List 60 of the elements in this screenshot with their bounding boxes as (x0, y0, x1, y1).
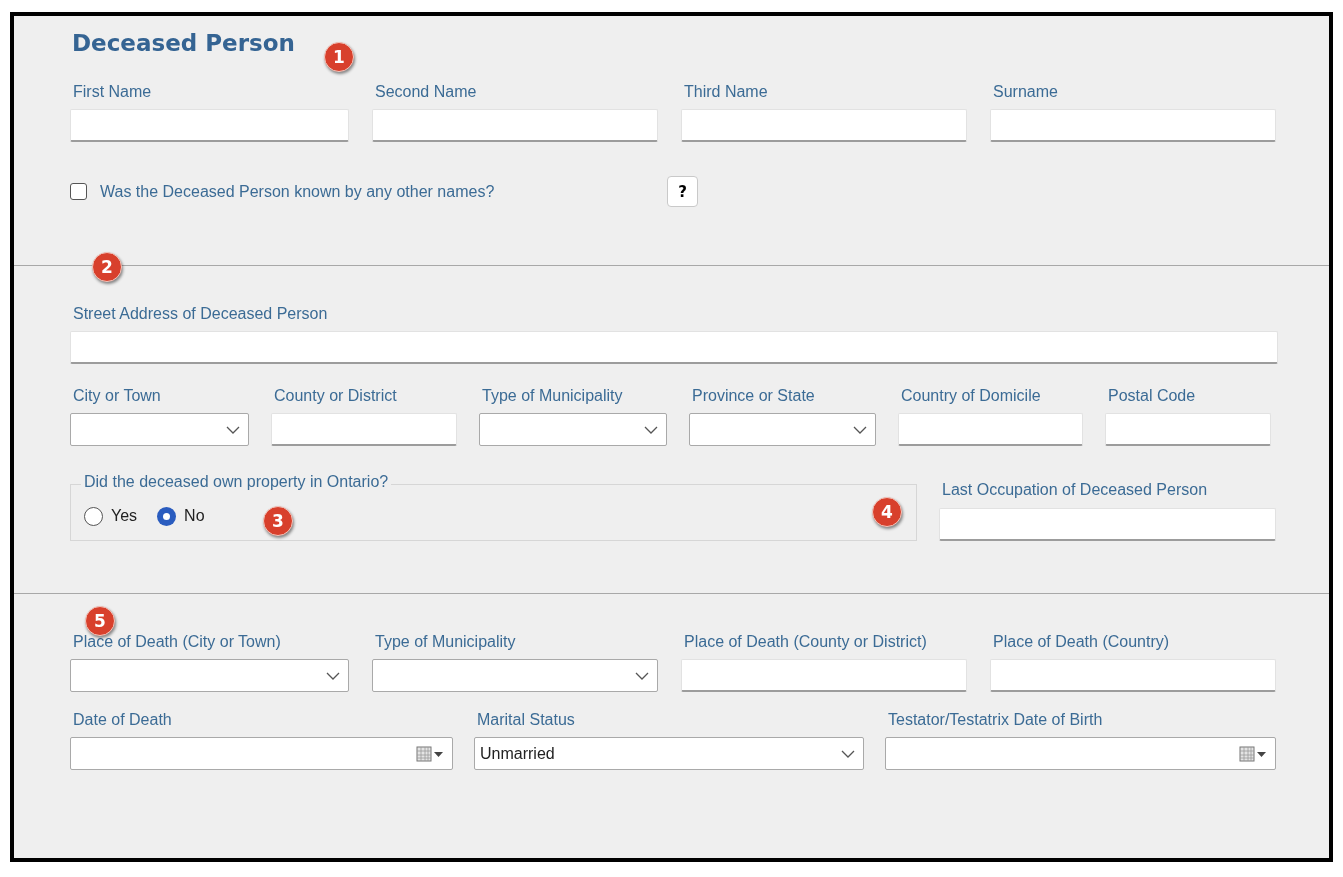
field-value: Unmarried (480, 744, 555, 763)
dropdown-field[interactable]: Unmarried (474, 737, 864, 771)
section-title: Deceased Person (72, 30, 296, 56)
chevron-down-icon (853, 425, 867, 434)
callout-badge: 5 (85, 606, 115, 636)
checkbox-label: Was the Deceased Person known by any other names? (100, 182, 496, 201)
dropdown-field[interactable] (689, 413, 876, 447)
callout-badge: 1 (324, 42, 354, 72)
text-field[interactable] (990, 109, 1276, 143)
text-field[interactable] (1105, 413, 1271, 447)
field-label: City or Town (73, 386, 162, 406)
radio-button[interactable] (84, 506, 103, 526)
text-field[interactable] (898, 413, 1083, 447)
field-label: First Name (73, 82, 153, 102)
group-legend: Did the deceased own property in Ontario? (81, 472, 392, 491)
field-label: Type of Municipality (375, 632, 517, 652)
chevron-down-icon (635, 671, 649, 680)
text-field[interactable] (990, 659, 1276, 693)
field-label: Marital Status (477, 710, 576, 730)
text-field[interactable] (939, 507, 1276, 541)
callout-badge: 4 (872, 497, 902, 527)
chevron-down-icon (326, 671, 340, 680)
chevron-down-icon (644, 425, 658, 434)
callout-badge: 2 (92, 252, 122, 282)
field-label: Street Address of Deceased Person (73, 304, 329, 324)
dropdown-field[interactable] (479, 413, 667, 447)
field-label: Province or State (692, 386, 816, 406)
text-field[interactable] (70, 109, 349, 143)
field-label: Type of Municipality (482, 386, 624, 406)
callout-badge: 3 (263, 506, 293, 536)
field-label: Surname (993, 82, 1059, 102)
text-field[interactable] (70, 331, 1278, 365)
field-label: Third Name (684, 82, 769, 102)
date-field[interactable] (885, 737, 1276, 771)
text-field[interactable] (372, 109, 658, 143)
dropdown-field[interactable] (372, 659, 658, 693)
calendar-dropdown-icon (1239, 745, 1267, 762)
chevron-down-icon (841, 749, 855, 758)
chevron-down-icon (226, 425, 240, 434)
field-label: Place of Death (County or District) (684, 632, 928, 652)
calendar-dropdown-icon (416, 745, 444, 762)
field-label: County or District (274, 386, 398, 406)
radio-button[interactable] (157, 506, 177, 526)
text-field[interactable] (271, 413, 457, 447)
text-field[interactable] (681, 109, 967, 143)
field-label: Testator/Testatrix Date of Birth (888, 710, 1104, 730)
dropdown-field[interactable] (70, 413, 249, 447)
field-label: Country of Domicile (901, 386, 1042, 406)
text-field[interactable] (681, 659, 967, 693)
dropdown-field[interactable] (70, 659, 349, 693)
checkbox[interactable] (70, 183, 87, 201)
radio-label: Yes (111, 507, 138, 526)
field-label: Second Name (375, 82, 478, 102)
field-label: Date of Death (73, 710, 173, 730)
date-field[interactable] (70, 737, 453, 771)
field-label: Last Occupation of Deceased Person (942, 480, 1209, 500)
field-label: Place of Death (Country) (993, 632, 1171, 652)
help-button[interactable]: ? (667, 176, 698, 208)
field-label: Postal Code (1108, 386, 1197, 406)
radio-label: No (184, 507, 205, 526)
